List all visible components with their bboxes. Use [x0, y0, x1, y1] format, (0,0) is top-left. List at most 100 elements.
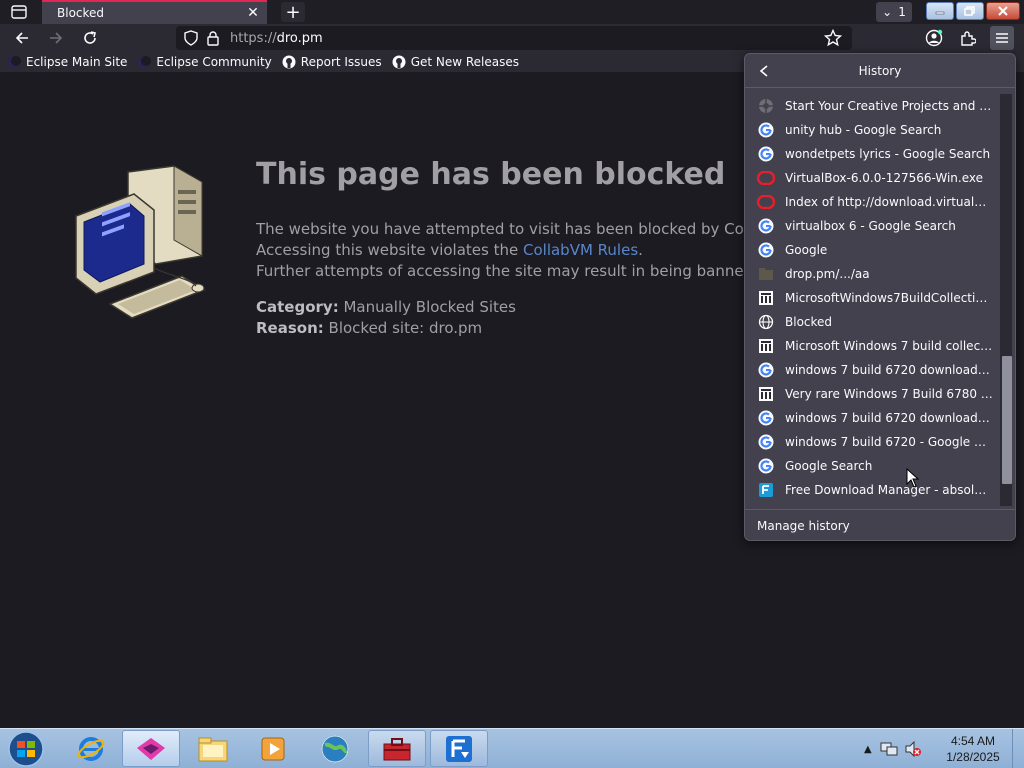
- history-item[interactable]: windows 7 build 6720 - Google Search: [749, 430, 999, 454]
- history-item[interactable]: MicrosoftWindows7BuildCollection ...: [749, 286, 999, 310]
- bookmark-star-button[interactable]: [823, 28, 843, 50]
- active-tab[interactable]: Blocked ✕: [42, 0, 267, 24]
- minimize-button[interactable]: [926, 2, 954, 20]
- github-icon: [392, 55, 406, 69]
- history-item-label: virtualbox 6 - Google Search: [785, 219, 956, 233]
- taskbar-media-player[interactable]: [244, 730, 302, 767]
- tab-close-icon[interactable]: ✕: [243, 3, 263, 23]
- taskbar-clock[interactable]: 4:54 AM 1/28/2025: [938, 733, 1008, 765]
- bookmark-label: Eclipse Community: [156, 55, 272, 69]
- history-item[interactable]: Blocked: [749, 310, 999, 334]
- history-item[interactable]: windows 7 build 6720 download - Go...: [749, 406, 999, 430]
- history-item-label: windows 7 build 6720 - Google Search: [785, 435, 993, 449]
- title-bar: Blocked ✕ + ⌄ 1: [0, 0, 1024, 24]
- history-item[interactable]: Free Download Manager - absolutely...: [749, 478, 999, 502]
- collabvm-rules-link[interactable]: CollabVM Rules: [523, 241, 638, 259]
- history-item-label: Blocked: [785, 315, 833, 329]
- hamburger-menu-icon: [996, 33, 1008, 43]
- history-item[interactable]: Very rare Windows 7 Build 6780 : Micr...: [749, 382, 999, 406]
- google-icon: [757, 457, 775, 475]
- globe-app-icon: [321, 735, 349, 762]
- minimize-icon: [935, 11, 945, 15]
- toolbox-icon: [383, 737, 411, 760]
- oracle-icon: [757, 169, 775, 187]
- history-item[interactable]: Start Your Creative Projects and Dow...: [749, 94, 999, 118]
- reload-icon: [84, 31, 96, 44]
- history-item[interactable]: drop.pm/.../aa: [749, 262, 999, 286]
- chevron-left-icon: [759, 65, 768, 77]
- history-list: Start Your Creative Projects and Dow... u…: [749, 94, 999, 506]
- puzzle-icon: [961, 31, 976, 46]
- bookmark-get-new-releases[interactable]: Get New Releases: [392, 55, 519, 69]
- generic-site-icon: [757, 97, 775, 115]
- forward-button[interactable]: [44, 26, 68, 50]
- history-item[interactable]: Google: [749, 238, 999, 262]
- url-domain: dro.pm: [276, 30, 323, 46]
- arrow-left-icon: [15, 32, 28, 44]
- start-button[interactable]: [4, 731, 48, 767]
- volume-muted-icon[interactable]: [904, 741, 922, 757]
- taskbar-globe-app[interactable]: [306, 730, 364, 767]
- tray-expand-icon[interactable]: ▲: [864, 744, 872, 755]
- tab-overflow-button[interactable]: ⌄ 1: [876, 2, 912, 22]
- history-item[interactable]: VirtualBox-6.0.0-127566-Win.exe: [749, 166, 999, 190]
- network-icon[interactable]: [880, 741, 898, 757]
- close-window-button[interactable]: [986, 2, 1020, 20]
- block-message-line: The website you have attempted to visit …: [256, 220, 795, 238]
- extensions-button[interactable]: [956, 26, 980, 50]
- taskbar-browser-active[interactable]: [122, 730, 180, 767]
- block-message-line: Further attempts of accessing the site m…: [256, 262, 793, 280]
- history-item[interactable]: Google Search: [749, 454, 999, 478]
- history-item[interactable]: Microsoft Windows 7 build collectio...: [749, 334, 999, 358]
- arrow-right-icon: [50, 32, 63, 44]
- maximize-button[interactable]: [956, 2, 984, 20]
- account-button[interactable]: [922, 26, 946, 50]
- reload-button[interactable]: [78, 26, 102, 50]
- history-item[interactable]: windows 7 build 6720 download beta...: [749, 358, 999, 382]
- history-item-label: MicrosoftWindows7BuildCollection ...: [785, 291, 993, 305]
- manage-history-button[interactable]: Manage history: [745, 509, 1015, 541]
- oracle-icon: [757, 193, 775, 211]
- bookmark-label: Report Issues: [300, 55, 382, 69]
- download-manager-icon: [446, 735, 472, 762]
- taskbar-internet-explorer[interactable]: [62, 730, 120, 767]
- panel-back-button[interactable]: [753, 60, 775, 82]
- history-item-label: drop.pm/.../aa: [785, 267, 870, 281]
- taskbar-file-explorer[interactable]: [184, 730, 242, 767]
- shield-icon: [184, 30, 198, 46]
- url-bar[interactable]: https://dro.pm: [176, 26, 852, 50]
- history-item[interactable]: virtualbox 6 - Google Search: [749, 214, 999, 238]
- restore-icon: [964, 6, 975, 16]
- app-menu-button[interactable]: [990, 26, 1014, 50]
- google-icon: [757, 121, 775, 139]
- bookmark-label: Get New Releases: [410, 55, 520, 69]
- new-tab-button[interactable]: +: [281, 2, 305, 23]
- show-desktop-button[interactable]: [1012, 729, 1024, 768]
- history-item-label: Very rare Windows 7 Build 6780 : Micr...: [785, 387, 993, 401]
- history-scrollbar[interactable]: [1000, 94, 1012, 506]
- category-row: Category: Manually Blocked Sites: [256, 297, 516, 318]
- taskbar-download-manager[interactable]: [430, 730, 488, 767]
- star-icon: [823, 28, 843, 47]
- rules-suffix: .: [638, 241, 643, 259]
- history-panel: History Start Your Creative Projects and…: [744, 53, 1016, 541]
- google-icon: [757, 241, 775, 259]
- history-item[interactable]: Index of http://download.virtualbox....: [749, 190, 999, 214]
- tab-list-button[interactable]: [7, 1, 31, 23]
- lock-icon: [207, 31, 219, 46]
- media-player-icon: [261, 737, 285, 760]
- close-icon: [998, 6, 1008, 16]
- google-icon: [757, 409, 775, 427]
- scrollbar-thumb[interactable]: [1002, 356, 1012, 484]
- bookmark-eclipse-main[interactable]: Eclipse Main Site: [7, 55, 127, 69]
- eclipse-icon: [7, 55, 21, 69]
- bookmark-report-issues[interactable]: Report Issues: [282, 55, 382, 69]
- bookmark-eclipse-community[interactable]: Eclipse Community: [137, 55, 272, 69]
- taskbar-toolbox-app[interactable]: [368, 730, 426, 767]
- history-item-label: VirtualBox-6.0.0-127566-Win.exe: [785, 171, 984, 185]
- back-button[interactable]: [10, 26, 34, 50]
- clock-date: 1/28/2025: [946, 750, 1000, 764]
- rules-prefix: Accessing this website violates the: [256, 241, 523, 259]
- history-item[interactable]: unity hub - Google Search: [749, 118, 999, 142]
- history-item[interactable]: wondetpets lyrics - Google Search: [749, 142, 999, 166]
